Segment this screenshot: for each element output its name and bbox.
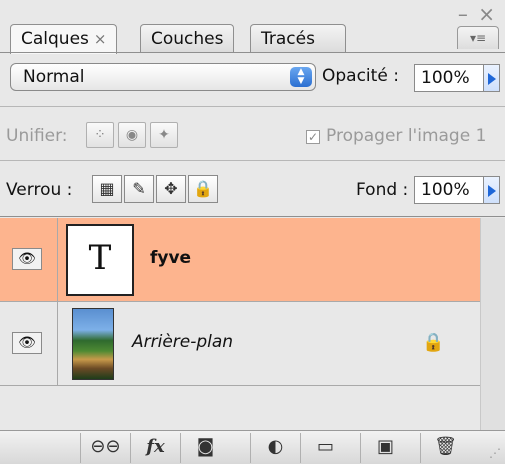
- fx-icon[interactable]: fx: [130, 433, 180, 463]
- panel-menu-button[interactable]: ▾≡: [457, 26, 499, 49]
- opacity-input[interactable]: 100%: [414, 64, 484, 92]
- lock-label: Verrou :: [6, 180, 73, 200]
- select-arrows-icon: ▲ ▼: [290, 67, 312, 87]
- tab-bar: Calques × Couches Tracés ▾≡: [0, 18, 505, 54]
- add-mask-icon[interactable]: ◙: [180, 433, 230, 463]
- unify-style-icon: ✦: [150, 122, 178, 148]
- visibility-cell: 👁: [0, 218, 58, 301]
- tab-divider: [0, 52, 505, 53]
- divider: [0, 216, 505, 217]
- layer-row[interactable]: 👁 T fyve: [0, 218, 480, 302]
- unify-position-icon: ⁘: [86, 122, 114, 148]
- adjustment-layer-icon[interactable]: ◐: [250, 433, 300, 463]
- new-group-icon[interactable]: ▭: [300, 433, 350, 463]
- blend-mode-select[interactable]: Normal ▲ ▼: [10, 63, 316, 91]
- opacity-label: Opacité :: [322, 66, 399, 86]
- tab-traces-label: Tracés: [261, 29, 315, 49]
- divider: [0, 106, 505, 107]
- resize-grip-icon[interactable]: ⋰: [489, 446, 501, 460]
- divider: [0, 160, 505, 161]
- tab-close-icon[interactable]: ×: [94, 30, 107, 48]
- panel-menu-icon: ▾≡: [469, 31, 487, 45]
- lock-pixels-icon[interactable]: ✎: [124, 175, 154, 203]
- layer-row[interactable]: 👁 Arrière-plan 🔒: [0, 302, 480, 386]
- text-layer-thumbnail: T: [66, 224, 134, 296]
- blend-mode-value: Normal: [23, 67, 85, 87]
- scrollbar[interactable]: [480, 218, 505, 430]
- lock-icon: 🔒: [422, 332, 445, 353]
- visibility-cell: 👁: [0, 302, 58, 385]
- tab-traces[interactable]: Tracés: [250, 24, 346, 52]
- fill-input[interactable]: 100%: [414, 176, 484, 204]
- new-layer-icon[interactable]: ▣: [360, 433, 410, 463]
- bottom-toolbar: ⊖⊖ fx ◙ ◐ ▭ ▣ 🗑: [0, 430, 505, 464]
- tab-calques[interactable]: Calques ×: [10, 24, 118, 54]
- eye-icon[interactable]: 👁: [12, 248, 42, 270]
- opacity-slider-arrow-icon[interactable]: [484, 64, 500, 92]
- layer-name[interactable]: fyve: [150, 248, 191, 268]
- trash-icon[interactable]: 🗑: [420, 433, 470, 463]
- propagate-checkbox[interactable]: ✓: [306, 130, 320, 144]
- lock-transparency-icon[interactable]: ▦: [92, 175, 122, 203]
- lock-all-icon[interactable]: 🔒: [188, 175, 218, 203]
- fill-slider-arrow-icon[interactable]: [484, 176, 500, 204]
- propagate-label: Propager l'image 1: [326, 126, 487, 146]
- tab-couches-label: Couches: [151, 29, 224, 49]
- link-layers-icon[interactable]: ⊖⊖: [80, 433, 130, 463]
- tab-calques-label: Calques: [21, 29, 89, 49]
- unify-label: Unifier:: [6, 126, 68, 146]
- tab-couches[interactable]: Couches: [140, 24, 235, 52]
- fill-label: Fond :: [356, 180, 409, 200]
- layer-name[interactable]: Arrière-plan: [132, 332, 233, 352]
- eye-icon[interactable]: 👁: [12, 332, 42, 354]
- unify-visibility-icon: ◉: [118, 122, 146, 148]
- layers-list: 👁 T fyve 👁 Arrière-plan 🔒: [0, 218, 505, 430]
- image-layer-thumbnail: [72, 308, 114, 380]
- lock-position-icon[interactable]: ✥: [156, 175, 186, 203]
